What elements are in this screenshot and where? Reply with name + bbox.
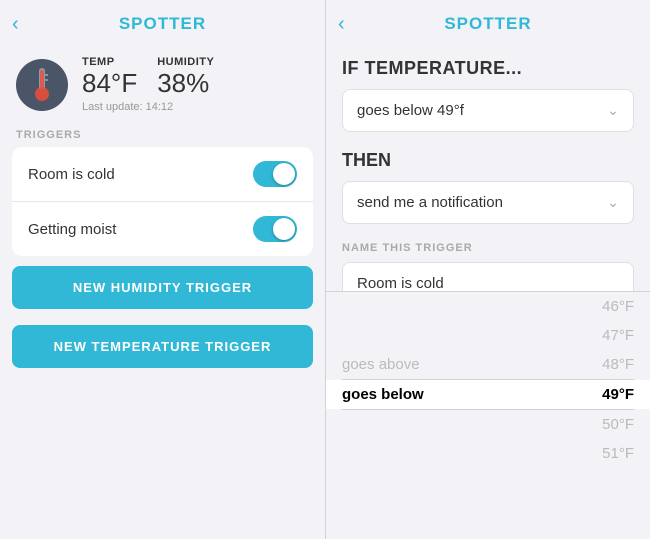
sensor-area: TEMP 84°F HUMIDITY 38% Last update: 14:1… bbox=[0, 44, 325, 117]
trigger-name-input[interactable] bbox=[342, 262, 634, 291]
condition-value: goes below 49°f bbox=[357, 102, 464, 119]
picker-right: 48°F bbox=[602, 356, 634, 373]
left-back-button[interactable]: ‹ bbox=[12, 13, 19, 36]
name-trigger-label: NAME THIS TRIGGER bbox=[342, 238, 634, 262]
trigger-item[interactable]: Room is cold bbox=[12, 147, 313, 202]
then-label: THEN bbox=[342, 146, 634, 181]
picker-area: 46°F 47°F goes above 48°F goes below 49°… bbox=[326, 291, 650, 539]
last-update: Last update: 14:12 bbox=[82, 101, 214, 113]
trigger-toggle[interactable] bbox=[253, 161, 297, 187]
temp-value: 84°F bbox=[82, 68, 137, 99]
picker-row-selected[interactable]: goes below 49°F bbox=[326, 380, 650, 409]
picker-row[interactable]: 46°F bbox=[326, 292, 650, 321]
picker-right: 47°F bbox=[602, 327, 634, 344]
picker-right: 46°F bbox=[602, 298, 634, 315]
humidity-value: 38% bbox=[157, 68, 214, 99]
humidity-group: HUMIDITY 38% bbox=[157, 56, 214, 99]
picker-left-active: goes below bbox=[342, 386, 424, 403]
right-content: IF TEMPERATURE... goes below 49°f ⌄ THEN… bbox=[326, 44, 650, 291]
action-dropdown[interactable]: send me a notification ⌄ bbox=[342, 181, 634, 224]
trigger-name: Getting moist bbox=[28, 221, 116, 238]
picker-row[interactable]: 47°F bbox=[326, 321, 650, 350]
new-temperature-trigger-button[interactable]: NEW TEMPERATURE TRIGGER bbox=[12, 325, 313, 368]
triggers-section-label: TRIGGERS bbox=[0, 117, 325, 147]
new-humidity-trigger-button[interactable]: NEW HUMIDITY TRIGGER bbox=[12, 266, 313, 309]
action-value: send me a notification bbox=[357, 194, 503, 211]
chevron-down-icon: ⌄ bbox=[607, 194, 619, 211]
sensor-readings: TEMP 84°F HUMIDITY 38% Last update: 14:1… bbox=[82, 56, 214, 113]
left-panel: ‹ SPOTTER TEMP 84°F HUMIDITY 38% bbox=[0, 0, 325, 539]
picker-right-active: 49°F bbox=[602, 386, 634, 403]
left-header: ‹ SPOTTER bbox=[0, 0, 325, 44]
thermometer-icon bbox=[16, 59, 68, 111]
picker-row[interactable]: goes above 48°F bbox=[326, 350, 650, 379]
right-header: ‹ SPOTTER bbox=[326, 0, 650, 44]
trigger-toggle[interactable] bbox=[253, 216, 297, 242]
picker-row[interactable]: 50°F bbox=[326, 410, 650, 439]
right-back-button[interactable]: ‹ bbox=[338, 13, 345, 36]
temp-label: TEMP bbox=[82, 56, 137, 68]
picker-left: goes above bbox=[342, 356, 420, 373]
right-panel: ‹ SPOTTER IF TEMPERATURE... goes below 4… bbox=[325, 0, 650, 539]
chevron-down-icon: ⌄ bbox=[607, 102, 619, 119]
temp-group: TEMP 84°F bbox=[82, 56, 137, 99]
sensor-values: TEMP 84°F HUMIDITY 38% bbox=[82, 56, 214, 99]
picker-right: 51°F bbox=[602, 445, 634, 462]
trigger-list: Room is cold Getting moist bbox=[12, 147, 313, 256]
left-title: SPOTTER bbox=[119, 14, 206, 34]
right-title: SPOTTER bbox=[444, 14, 531, 34]
trigger-name: Room is cold bbox=[28, 166, 115, 183]
picker-row[interactable]: 51°F bbox=[326, 439, 650, 468]
condition-dropdown[interactable]: goes below 49°f ⌄ bbox=[342, 89, 634, 132]
trigger-item[interactable]: Getting moist bbox=[12, 202, 313, 256]
picker-right: 50°F bbox=[602, 416, 634, 433]
humidity-label: HUMIDITY bbox=[157, 56, 214, 68]
if-label: IF TEMPERATURE... bbox=[342, 44, 634, 89]
